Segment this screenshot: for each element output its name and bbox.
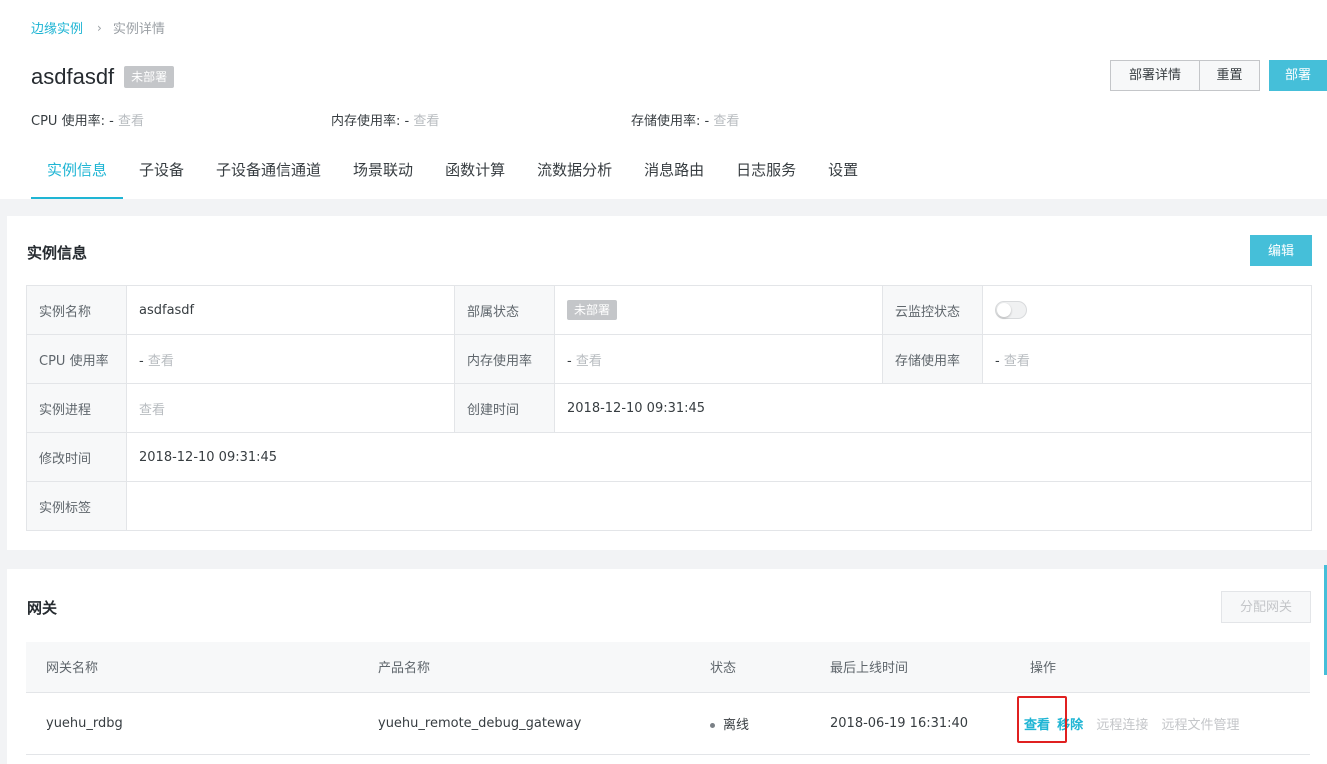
status-badge: 未部署 xyxy=(124,66,175,88)
instance-tags-value xyxy=(126,481,1312,531)
metric-memory: 内存使用率: - 查看 xyxy=(331,110,439,129)
column-header: 产品名称 xyxy=(358,642,690,693)
tab-stream-analytics[interactable]: 流数据分析 xyxy=(521,146,628,199)
field-label: 实例进程 xyxy=(26,383,127,433)
field-label: 修改时间 xyxy=(26,432,127,482)
metric-view-link[interactable]: 查看 xyxy=(413,114,439,129)
field-label: 创建时间 xyxy=(454,383,555,433)
tab-log-service[interactable]: 日志服务 xyxy=(720,146,812,199)
tab-function-compute[interactable]: 函数计算 xyxy=(429,146,521,199)
remote-file-manage-link[interactable]: 远程文件管理 xyxy=(1161,718,1239,733)
breadcrumb-parent-link[interactable]: 边缘实例 xyxy=(31,18,83,37)
field-label: CPU 使用率 xyxy=(26,334,127,384)
reset-button[interactable]: 重置 xyxy=(1199,60,1260,91)
tab-sub-device-channels[interactable]: 子设备通信通道 xyxy=(200,146,337,199)
metric-view-link[interactable]: 查看 xyxy=(713,114,739,129)
breadcrumb-separator-icon: › xyxy=(97,20,102,35)
field-label: 内存使用率 xyxy=(454,334,555,384)
process-view-link[interactable]: 查看 xyxy=(139,403,165,418)
column-header: 操作 xyxy=(1010,642,1310,693)
metric-label: CPU 使用率: xyxy=(31,114,105,129)
panel-title: 网关 xyxy=(27,599,58,617)
breadcrumb-current: 实例详情 xyxy=(112,22,165,37)
gateway-name: yuehu_rdbg xyxy=(26,692,358,755)
cloud-monitor-toggle[interactable] xyxy=(995,301,1027,319)
header-actions: 部署详情 重置 部署 xyxy=(1110,60,1327,91)
page-title: asdfasdf xyxy=(31,64,115,89)
process-cell: 查看 xyxy=(126,383,455,433)
deploy-button[interactable]: 部署 xyxy=(1269,60,1327,91)
tab-settings[interactable]: 设置 xyxy=(812,146,874,199)
gateway-panel: 网关 分配网关 网关名称 产品名称 状态 最后上线时间 操作 yuehu_rdb… xyxy=(7,569,1327,764)
remove-gateway-link[interactable]: 移除 xyxy=(1057,718,1083,733)
storage-view-link[interactable]: 查看 xyxy=(1004,354,1030,369)
cloud-monitor-cell xyxy=(982,285,1312,335)
cpu-view-link[interactable]: 查看 xyxy=(148,354,174,369)
tab-message-routing[interactable]: 消息路由 xyxy=(628,146,720,199)
product-name: yuehu_remote_debug_gateway xyxy=(358,692,690,755)
metric-value: - xyxy=(404,114,410,129)
field-label: 实例名称 xyxy=(26,285,127,335)
cpu-usage-cell: - 查看 xyxy=(126,334,455,384)
remote-connect-link[interactable]: 远程连接 xyxy=(1096,718,1148,733)
status-dot-icon xyxy=(710,722,715,728)
memory-usage-cell: - 查看 xyxy=(554,334,883,384)
field-label: 部属状态 xyxy=(454,285,555,335)
column-header: 最后上线时间 xyxy=(810,642,1010,693)
edit-button[interactable]: 编辑 xyxy=(1250,235,1312,266)
field-label: 云监控状态 xyxy=(882,285,983,335)
metric-storage: 存储使用率: - 查看 xyxy=(631,110,739,129)
title-row: asdfasdf 未部署 xyxy=(31,64,175,90)
cpu-usage-value: - xyxy=(139,353,144,369)
metrics-summary: CPU 使用率: - 查看 内存使用率: - 查看 存储使用率: - 查看 xyxy=(31,110,1031,130)
tab-sub-devices[interactable]: 子设备 xyxy=(123,146,200,199)
assign-gateway-button[interactable]: 分配网关 xyxy=(1221,591,1311,623)
tab-scene-linkage[interactable]: 场景联动 xyxy=(337,146,429,199)
table-header-row: 网关名称 产品名称 状态 最后上线时间 操作 xyxy=(26,642,1310,693)
metric-cpu: CPU 使用率: - 查看 xyxy=(31,110,144,129)
last-online-time: 2018-06-19 16:31:40 xyxy=(810,692,1010,755)
metric-value: - xyxy=(109,114,114,129)
memory-usage-value: - xyxy=(567,353,572,369)
page-header: 边缘实例 › 实例详情 asdfasdf 未部署 部署详情 重置 部署 CPU … xyxy=(0,0,1327,199)
gateway-table: 网关名称 产品名称 状态 最后上线时间 操作 yuehu_rdbg yuehu_… xyxy=(26,642,1310,755)
column-header: 状态 xyxy=(690,642,810,693)
storage-usage-cell: - 查看 xyxy=(982,334,1312,384)
column-header: 网关名称 xyxy=(26,642,358,693)
instance-info-panel: 实例信息 编辑 实例名称 asdfasdf 部属状态 未部署 云监控状态 CPU… xyxy=(7,216,1327,550)
modified-time-value: 2018-12-10 09:31:45 xyxy=(126,432,1312,482)
field-label: 存储使用率 xyxy=(882,334,983,384)
table-row: yuehu_rdbg yuehu_remote_debug_gateway 离线… xyxy=(26,692,1310,755)
gateway-status: 离线 xyxy=(690,692,810,755)
metric-label: 内存使用率: xyxy=(331,114,401,129)
deploy-details-button[interactable]: 部署详情 xyxy=(1110,60,1200,91)
instance-info-table: 实例名称 asdfasdf 部属状态 未部署 云监控状态 CPU 使用率 - 查… xyxy=(26,285,1312,531)
metric-label: 存储使用率: xyxy=(631,114,701,129)
tab-instance-info[interactable]: 实例信息 xyxy=(31,146,124,199)
view-gateway-link[interactable]: 查看 xyxy=(1024,718,1050,733)
memory-view-link[interactable]: 查看 xyxy=(576,354,602,369)
created-time-value: 2018-12-10 09:31:45 xyxy=(554,383,1312,433)
metric-value: - xyxy=(704,114,710,129)
tab-bar: 实例信息 子设备 子设备通信通道 场景联动 函数计算 流数据分析 消息路由 日志… xyxy=(31,146,874,199)
status-text: 离线 xyxy=(723,717,750,733)
instance-name-value: asdfasdf xyxy=(126,285,455,335)
storage-usage-value: - xyxy=(995,353,1000,369)
deploy-status-cell: 未部署 xyxy=(554,285,883,335)
metric-view-link[interactable]: 查看 xyxy=(118,114,144,129)
panel-title: 实例信息 xyxy=(27,244,88,262)
breadcrumb: 边缘实例 › 实例详情 xyxy=(31,18,165,38)
field-label: 实例标签 xyxy=(26,481,127,531)
row-actions: 查看 移除 远程连接 远程文件管理 xyxy=(1010,692,1310,755)
deploy-status-badge: 未部署 xyxy=(567,300,618,320)
